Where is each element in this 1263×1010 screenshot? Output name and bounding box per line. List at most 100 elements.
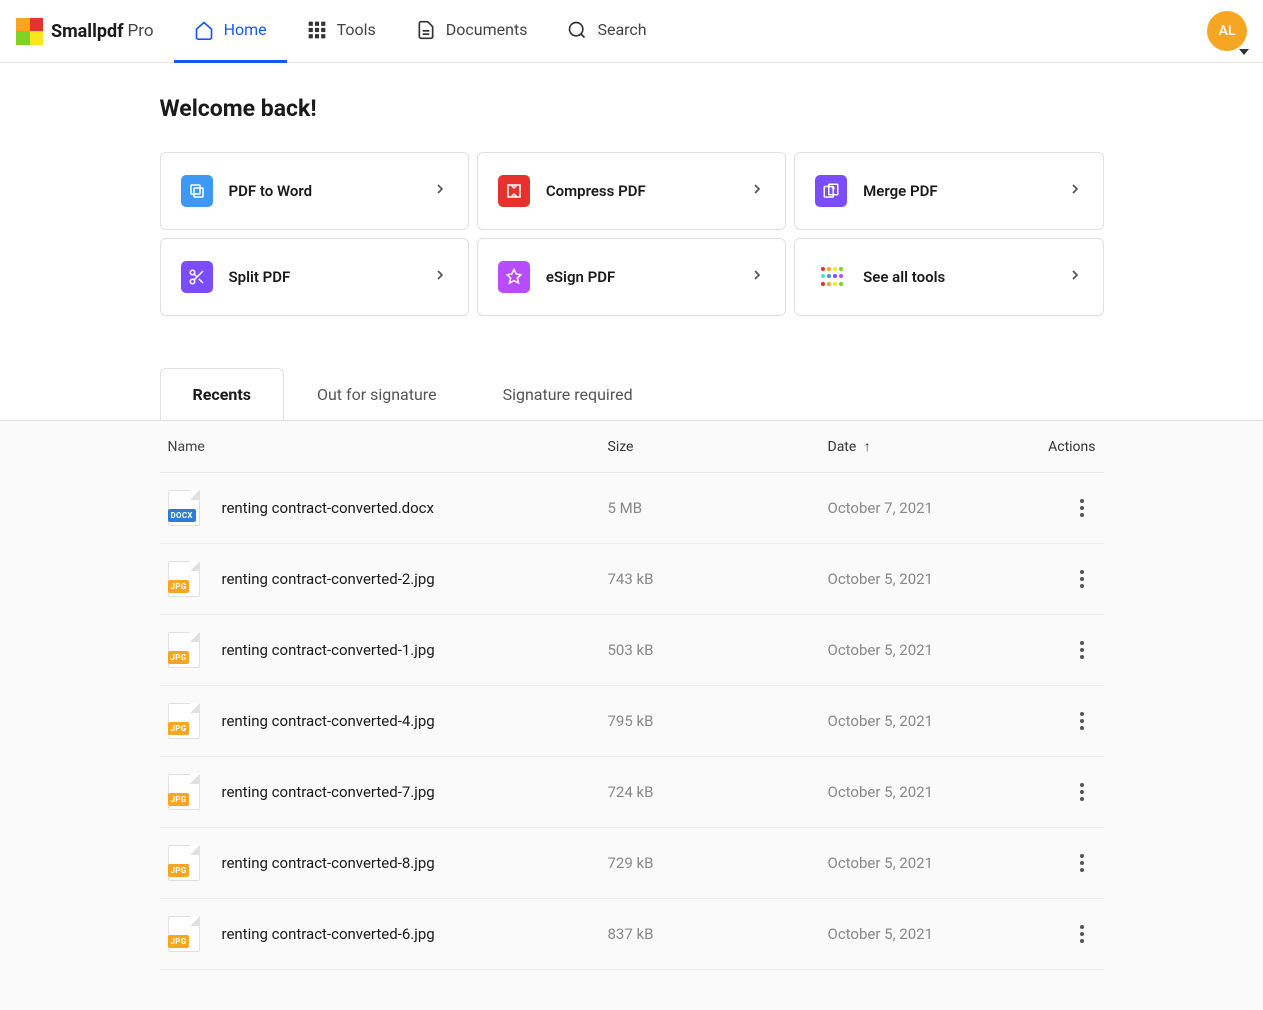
file-date: October 5, 2021 [828,641,1036,659]
home-icon [194,20,214,40]
file-name: renting contract-converted-4.jpg [222,712,435,730]
tool-compress-pdf[interactable]: Compress PDF [477,152,786,230]
file-type-badge: JPG [168,651,190,664]
tool-pdf-to-word[interactable]: PDF to Word [160,152,469,230]
file-date: October 7, 2021 [828,499,1036,517]
table-row[interactable]: DOCX renting contract-converted.docx 5 M… [160,473,1104,544]
table-row[interactable]: JPG renting contract-converted-7.jpg 724… [160,757,1104,828]
date-label: Date [828,439,857,455]
file-type-badge: JPG [168,580,190,593]
col-header-name[interactable]: Name [168,439,608,455]
tool-esign-pdf[interactable]: eSign PDF [477,238,786,316]
compress-icon [498,175,530,207]
file-type-badge: JPG [168,864,190,877]
nav-home-label: Home [224,20,267,39]
tab-signature-required[interactable]: Signature required [470,368,666,420]
more-actions-button[interactable] [1068,920,1096,948]
file-icon: JPG [168,916,200,952]
tab-recents[interactable]: Recents [160,368,284,420]
logo-suffix: Pro [128,21,154,41]
tool-label: See all tools [863,268,1066,286]
table-header: Name Size Date ↑ Actions [160,421,1104,473]
tab-out-for-signature[interactable]: Out for signature [284,368,470,420]
nav-tools[interactable]: Tools [287,0,396,63]
esign-icon [498,261,530,293]
more-icon [1080,570,1084,588]
chevron-down-icon [1239,49,1249,55]
header: Smallpdf Pro Home Tools Documents Searc [0,0,1263,63]
more-icon [1080,499,1084,517]
more-actions-button[interactable] [1068,849,1096,877]
file-type-badge: DOCX [168,509,196,522]
avatar-menu[interactable]: AL [1207,11,1247,51]
file-type-badge: JPG [168,793,190,806]
file-size: 724 kB [608,783,828,801]
file-size: 743 kB [608,570,828,588]
more-icon [1080,854,1084,872]
chevron-right-icon [1067,181,1083,201]
more-icon [1080,783,1084,801]
chevron-right-icon [1067,267,1083,287]
file-date: October 5, 2021 [828,570,1036,588]
tool-see-all[interactable]: See all tools [794,238,1103,316]
logo[interactable]: Smallpdf Pro [16,18,154,45]
tabs: Recents Out for signature Signature requ… [160,368,1104,420]
file-name: renting contract-converted-7.jpg [222,783,435,801]
nav-documents-label: Documents [446,20,528,39]
chevron-right-icon [749,267,765,287]
nav-home[interactable]: Home [174,0,287,63]
avatar: AL [1207,11,1247,51]
logo-text: Smallpdf [51,21,124,42]
file-name: renting contract-converted-8.jpg [222,854,435,872]
page-title: Welcome back! [160,95,1104,122]
grid-icon [307,20,327,40]
nav-documents[interactable]: Documents [396,0,548,63]
file-name: renting contract-converted-1.jpg [222,641,435,659]
more-actions-button[interactable] [1068,778,1096,806]
col-header-date[interactable]: Date ↑ [828,438,1036,455]
tool-label: Split PDF [229,268,432,286]
table-row[interactable]: JPG renting contract-converted-4.jpg 795… [160,686,1104,757]
chevron-right-icon [432,181,448,201]
file-icon: DOCX [168,490,200,526]
tool-split-pdf[interactable]: Split PDF [160,238,469,316]
col-header-actions: Actions [1036,439,1096,455]
table-row[interactable]: JPG renting contract-converted-2.jpg 743… [160,544,1104,615]
pdf-to-word-icon [181,175,213,207]
nav-search[interactable]: Search [547,0,666,63]
document-icon [416,20,436,40]
file-type-badge: JPG [168,935,190,948]
file-icon: JPG [168,774,200,810]
merge-icon [815,175,847,207]
file-size: 837 kB [608,925,828,943]
split-icon [181,261,213,293]
tool-label: eSign PDF [546,268,749,286]
col-header-size[interactable]: Size [608,439,828,455]
nav-tools-label: Tools [337,20,376,39]
file-icon: JPG [168,703,200,739]
file-size: 5 MB [608,499,828,517]
main-content: Welcome back! PDF to Word Compress PDF [0,63,1263,1010]
file-date: October 5, 2021 [828,783,1036,801]
file-size: 729 kB [608,854,828,872]
file-icon: JPG [168,845,200,881]
file-icon: JPG [168,561,200,597]
tool-merge-pdf[interactable]: Merge PDF [794,152,1103,230]
tool-label: Compress PDF [546,182,749,200]
more-actions-button[interactable] [1068,636,1096,664]
file-name: renting contract-converted-6.jpg [222,925,435,943]
nav-search-label: Search [597,20,646,39]
more-actions-button[interactable] [1068,565,1096,593]
chevron-right-icon [749,181,765,201]
tool-grid: PDF to Word Compress PDF Merge PDF [160,152,1104,316]
table-row[interactable]: JPG renting contract-converted-1.jpg 503… [160,615,1104,686]
more-actions-button[interactable] [1068,707,1096,735]
file-type-badge: JPG [168,722,190,735]
table-row[interactable]: JPG renting contract-converted-6.jpg 837… [160,899,1104,970]
file-date: October 5, 2021 [828,925,1036,943]
file-size: 503 kB [608,641,828,659]
more-icon [1080,641,1084,659]
table-row[interactable]: JPG renting contract-converted-8.jpg 729… [160,828,1104,899]
more-actions-button[interactable] [1068,494,1096,522]
search-icon [567,20,587,40]
